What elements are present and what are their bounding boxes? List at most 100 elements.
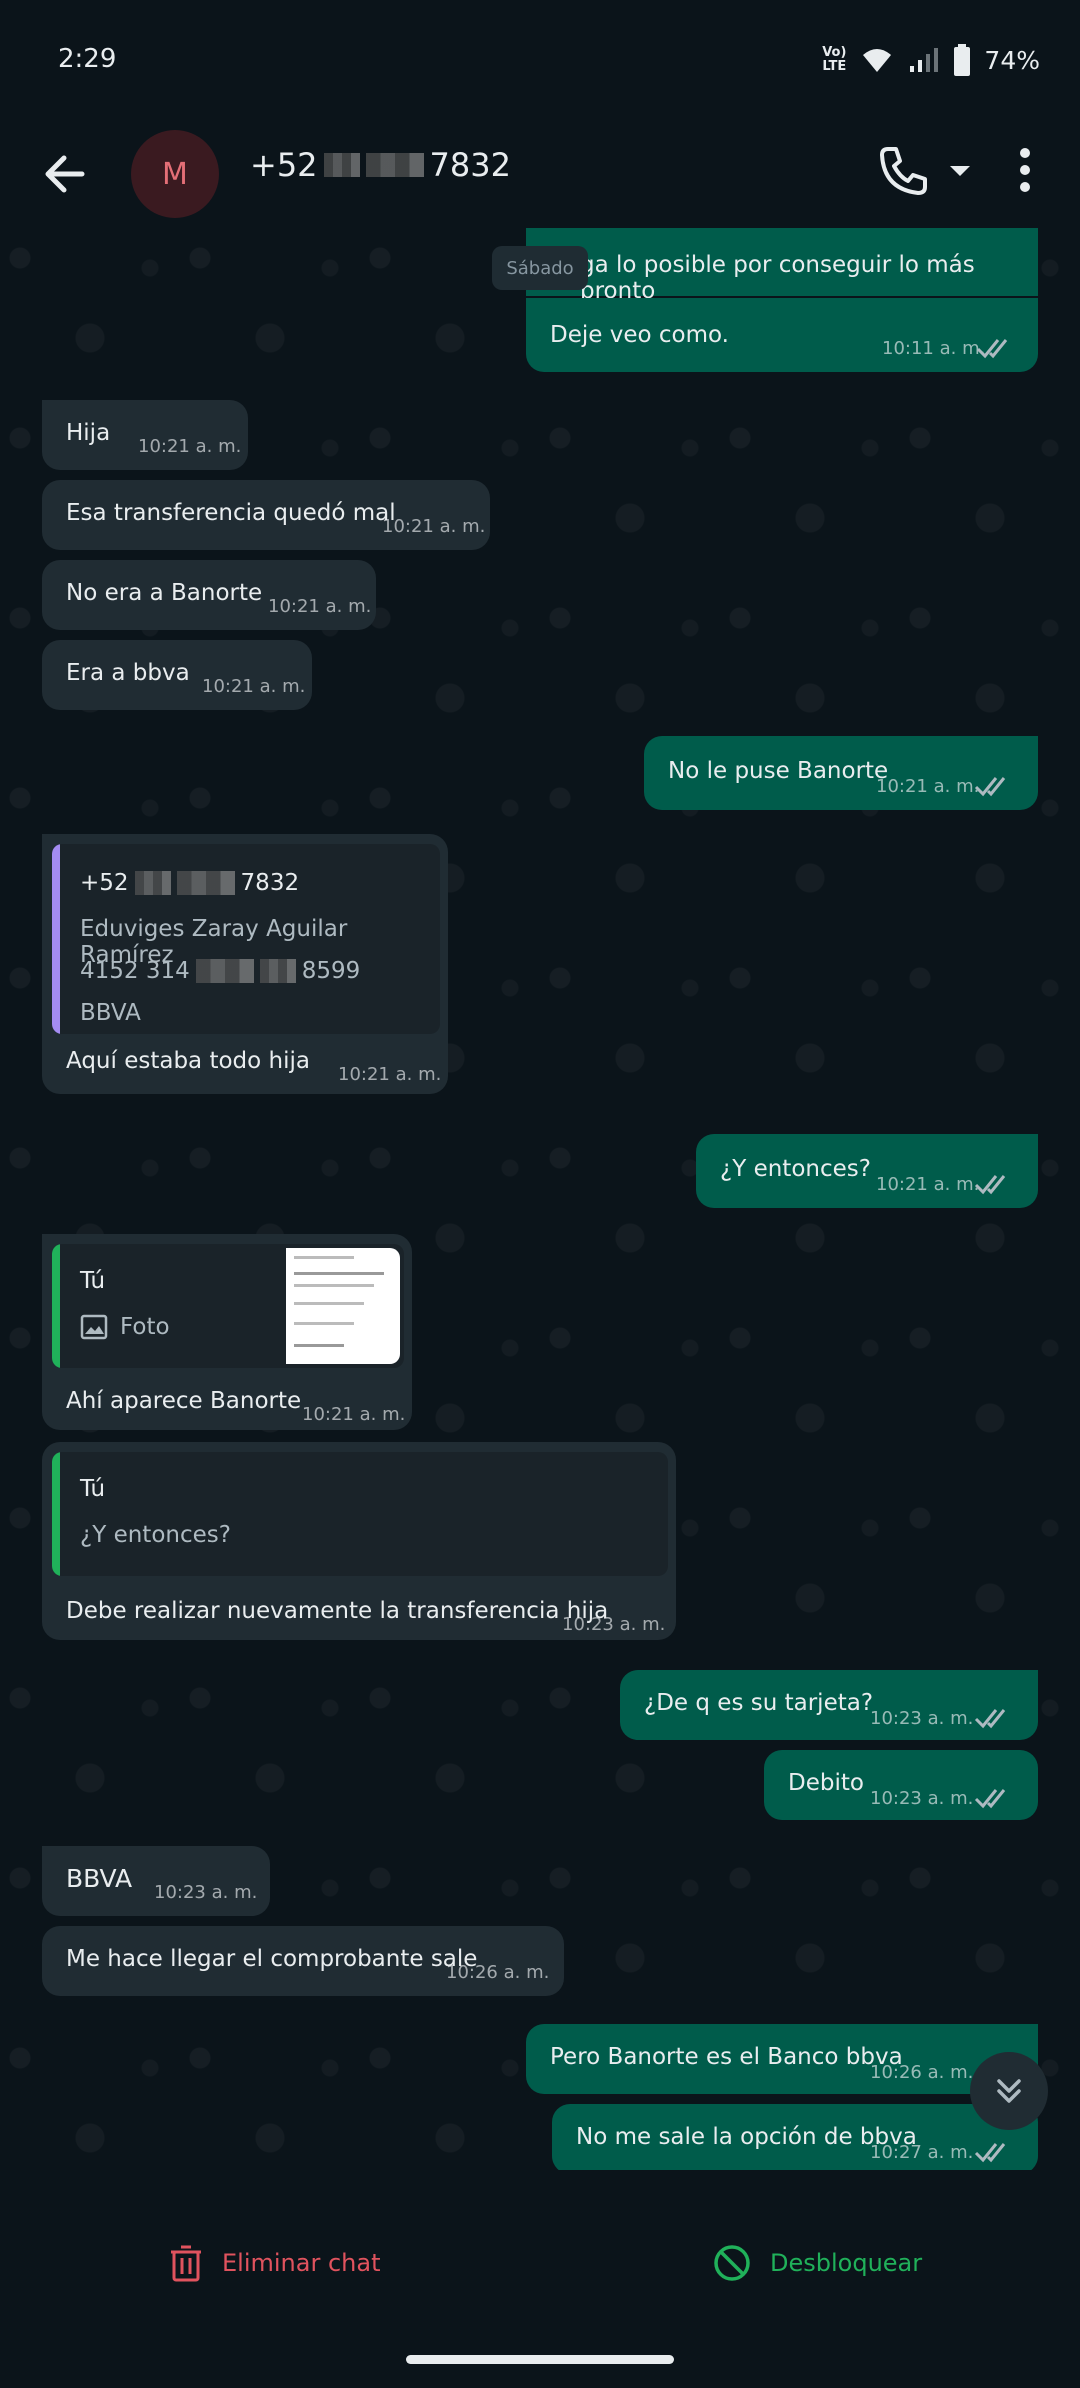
message-text: Debito bbox=[788, 1770, 864, 1796]
message-time: 10:26 a. m. bbox=[446, 1962, 550, 1983]
avatar[interactable]: M bbox=[131, 130, 219, 218]
chevron-down-icon[interactable] bbox=[940, 148, 980, 192]
status-time: 2:29 bbox=[58, 44, 117, 74]
outgoing-message[interactable]: ga lo posible por conseguir lo más pront… bbox=[526, 228, 1038, 304]
quote-text-line: 4152 314 8599 bbox=[80, 958, 361, 984]
redacted-block bbox=[176, 871, 235, 895]
unblock-button[interactable]: Desbloquear bbox=[712, 2228, 922, 2298]
message-time: 10:21 a. m. bbox=[302, 1404, 406, 1425]
incoming-message[interactable]: +52 7832 Eduviges Zaray Aguilar Ramírez … bbox=[42, 834, 448, 1094]
message-time: 10:21 a. m. bbox=[876, 776, 980, 797]
redacted-block bbox=[365, 153, 424, 177]
signal-icon bbox=[910, 48, 939, 72]
message-text: Pero Banorte es el Banco bbva bbox=[550, 2044, 903, 2070]
redacted-block bbox=[134, 871, 171, 895]
message-text: Me hace llegar el comprobante sale bbox=[66, 1946, 478, 1972]
incoming-message[interactable]: No era a Banorte 10:21 a. m. bbox=[42, 560, 376, 630]
quote-text-line: Foto bbox=[80, 1314, 170, 1340]
unblock-label: Desbloquear bbox=[770, 2249, 923, 2277]
message-text: Esa transferencia quedó mal bbox=[66, 500, 396, 526]
incoming-message[interactable]: Me hace llegar el comprobante sale 10:26… bbox=[42, 1926, 564, 1996]
message-time: 10:27 a. m. bbox=[870, 2142, 974, 2163]
message-text: ¿De q es su tarjeta? bbox=[644, 1690, 874, 1716]
message-text: No me sale la opción de bbva bbox=[576, 2124, 917, 2150]
quote-text-line: BBVA bbox=[80, 1000, 141, 1026]
incoming-message[interactable]: Esa transferencia quedó mal 10:21 a. m. bbox=[42, 480, 490, 550]
quote-text-line: ¿Y entonces? bbox=[80, 1522, 231, 1548]
message-text: Era a bbva bbox=[66, 660, 190, 686]
block-icon bbox=[714, 2245, 750, 2281]
message-time: 10:23 a. m. bbox=[870, 1708, 974, 1729]
delete-chat-button[interactable]: Eliminar chat bbox=[168, 2228, 380, 2298]
scroll-to-bottom-button[interactable] bbox=[970, 2052, 1048, 2130]
more-options-icon[interactable] bbox=[1005, 135, 1045, 205]
chat-messages-area[interactable]: ga lo posible por conseguir lo más pront… bbox=[0, 228, 1080, 2170]
incoming-message[interactable]: Tú Foto Ahí aparece Banorte 10:21 a. m. bbox=[42, 1234, 412, 1430]
read-ticks-icon bbox=[974, 1709, 1006, 1729]
redacted-block bbox=[323, 153, 360, 177]
message-time: 10:26 a. m. bbox=[870, 2062, 974, 2083]
outgoing-message[interactable]: Deje veo como. 10:11 a. m. bbox=[526, 298, 1038, 372]
message-time: 10:21 a. m. bbox=[202, 676, 306, 697]
message-time: 10:21 a. m. bbox=[138, 436, 242, 457]
delete-chat-label: Eliminar chat bbox=[222, 2249, 381, 2277]
read-ticks-icon bbox=[974, 777, 1006, 797]
incoming-message[interactable]: Era a bbva 10:21 a. m. bbox=[42, 640, 312, 710]
incoming-message[interactable]: Tú ¿Y entonces? Debe realizar nuevamente… bbox=[42, 1442, 676, 1640]
message-text: Deje veo como. bbox=[550, 322, 729, 348]
redacted-block bbox=[195, 959, 254, 983]
read-ticks-icon bbox=[974, 2143, 1006, 2163]
message-text: BBVA bbox=[66, 1864, 133, 1893]
image-icon bbox=[80, 1314, 108, 1340]
read-ticks-icon bbox=[976, 339, 1008, 359]
outgoing-message[interactable]: Debito 10:23 a. m. bbox=[764, 1750, 1038, 1820]
message-text: No le puse Banorte bbox=[668, 758, 889, 784]
outgoing-message[interactable]: ¿De q es su tarjeta? 10:23 a. m. bbox=[620, 1670, 1038, 1740]
double-chevron-down-icon bbox=[997, 2079, 1021, 2103]
avatar-letter: M bbox=[162, 156, 188, 192]
outgoing-message[interactable]: ¿Y entonces? 10:21 a. m. bbox=[696, 1134, 1038, 1208]
incoming-message[interactable]: BBVA 10:23 a. m. bbox=[42, 1846, 270, 1916]
outgoing-message[interactable]: No me sale la opción de bbva 10:27 a. m. bbox=[552, 2104, 1038, 2170]
read-ticks-icon bbox=[974, 1789, 1006, 1809]
date-chip: Sábado bbox=[492, 246, 588, 290]
message-time: 10:11 a. m. bbox=[882, 338, 986, 359]
message-text: Hija bbox=[66, 420, 111, 446]
message-time: 10:21 a. m. bbox=[338, 1064, 442, 1085]
contact-name[interactable]: +52 7832 bbox=[250, 146, 511, 184]
incoming-message[interactable]: Hija 10:21 a. m. bbox=[42, 400, 248, 470]
message-time: 10:21 a. m. bbox=[382, 516, 486, 537]
trash-icon bbox=[171, 2245, 201, 2282]
message-text: Aquí estaba todo hija bbox=[66, 1048, 310, 1074]
message-text: ¿Y entonces? bbox=[720, 1156, 871, 1182]
battery-percent: 74% bbox=[984, 45, 1040, 75]
quote-sender: +52 7832 bbox=[80, 870, 300, 896]
message-time: 10:21 a. m. bbox=[268, 596, 372, 617]
photo-thumbnail bbox=[286, 1248, 400, 1364]
quoted-message[interactable]: Tú Foto bbox=[52, 1244, 404, 1368]
outgoing-message[interactable]: Pero Banorte es el Banco bbva 10:26 a. m… bbox=[526, 2024, 1038, 2094]
home-indicator[interactable] bbox=[406, 2355, 674, 2364]
message-text: No era a Banorte bbox=[66, 580, 263, 606]
phone-icon[interactable] bbox=[868, 135, 938, 205]
status-icons: Vo) LTE 74% bbox=[822, 40, 1040, 80]
message-time: 10:21 a. m. bbox=[876, 1174, 980, 1195]
back-arrow-icon[interactable] bbox=[30, 138, 102, 210]
quote-bar bbox=[52, 1244, 60, 1368]
message-time: 10:23 a. m. bbox=[562, 1614, 666, 1635]
battery-icon bbox=[954, 44, 971, 76]
quote-sender: Tú bbox=[80, 1476, 106, 1502]
volte-icon: Vo) LTE bbox=[822, 45, 847, 74]
message-text: ga lo posible por conseguir lo más pront… bbox=[580, 252, 975, 304]
message-time: 10:23 a. m. bbox=[154, 1882, 258, 1903]
chat-header: M +52 7832 bbox=[0, 120, 1080, 228]
message-text: Debe realizar nuevamente la transferenci… bbox=[66, 1598, 609, 1624]
status-bar: 2:29 Vo) LTE 74% bbox=[0, 0, 1080, 120]
quoted-message[interactable]: Tú ¿Y entonces? bbox=[52, 1452, 668, 1576]
wifi-icon bbox=[863, 49, 892, 72]
outgoing-message[interactable]: No le puse Banorte 10:21 a. m. bbox=[644, 736, 1038, 810]
quoted-message[interactable]: +52 7832 Eduviges Zaray Aguilar Ramírez … bbox=[52, 844, 440, 1034]
message-text: Ahí aparece Banorte bbox=[66, 1388, 302, 1414]
redacted-block bbox=[259, 959, 296, 983]
message-time: 10:23 a. m. bbox=[870, 1788, 974, 1809]
